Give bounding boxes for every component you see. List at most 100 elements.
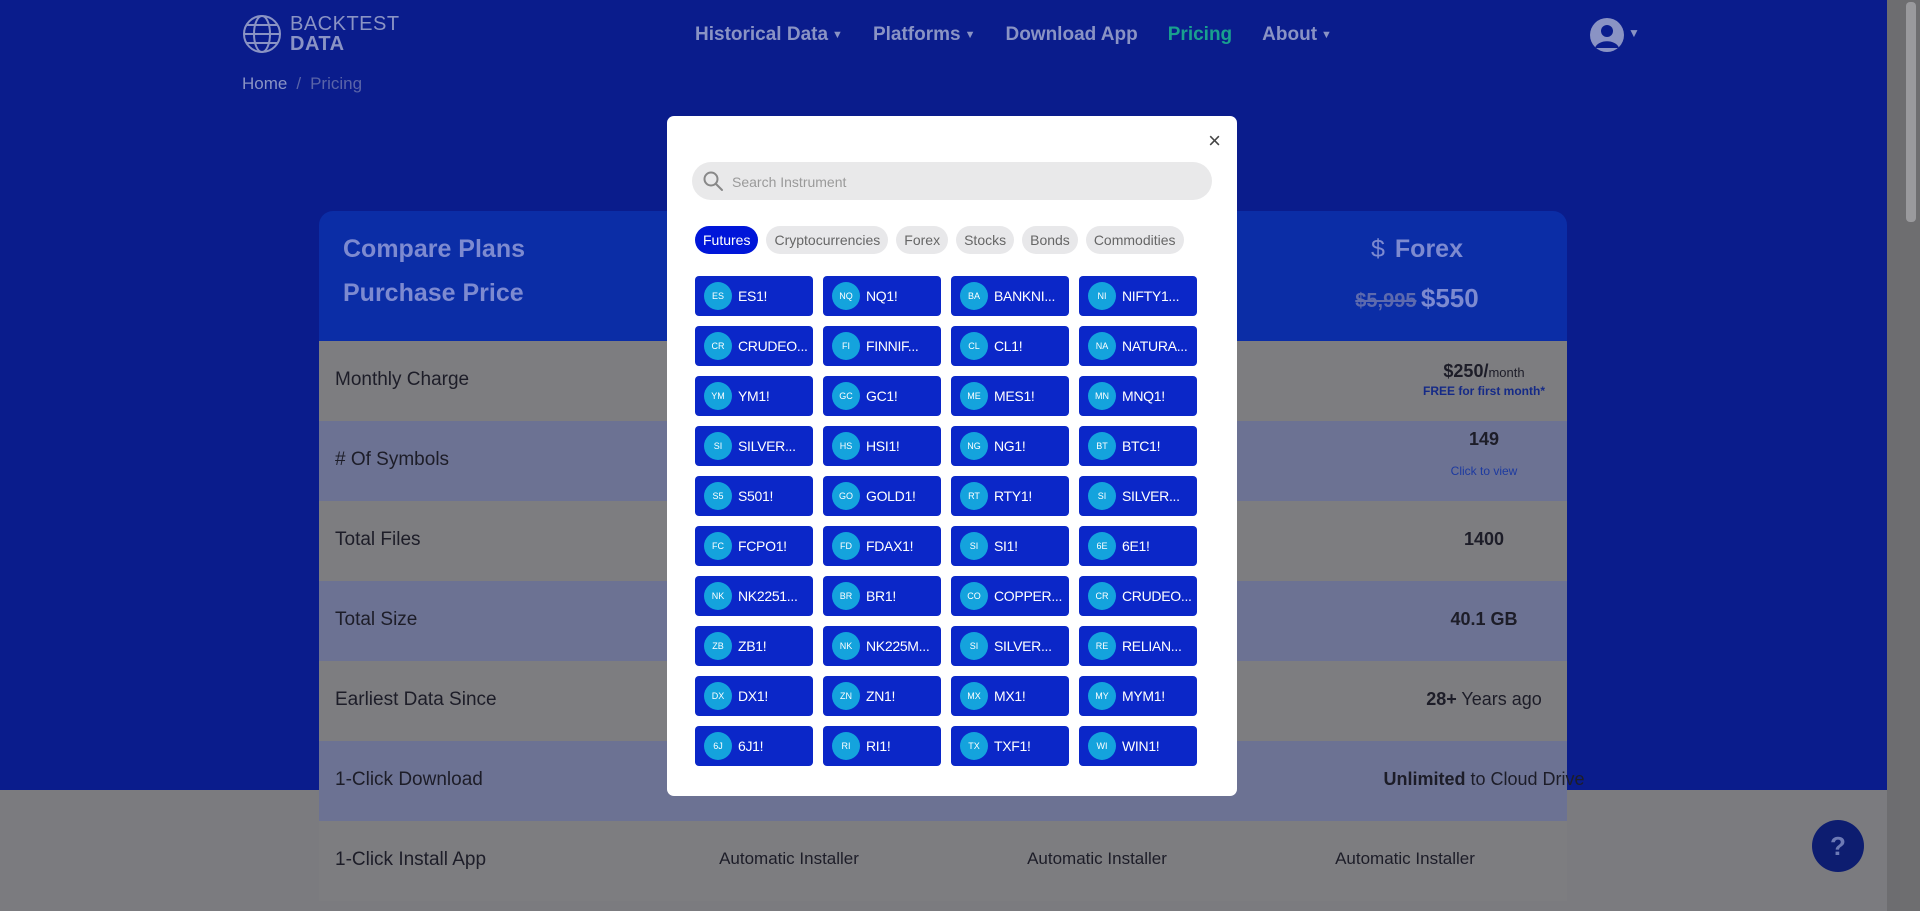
instrument-name: GOLD1! (866, 488, 916, 504)
instrument-button[interactable]: BA BANKNI... (951, 276, 1069, 316)
instrument-name: ZB1! (738, 638, 767, 654)
instrument-button[interactable]: YM YM1! (695, 376, 813, 416)
instrument-button[interactable]: BR BR1! (823, 576, 941, 616)
brand-line1: BACKTEST (290, 13, 400, 35)
instrument-button[interactable]: ME MES1! (951, 376, 1069, 416)
instrument-badge: FI (832, 332, 860, 360)
nav-about[interactable]: About ▼ (1262, 24, 1332, 46)
row-label: Earliest Data Since (335, 689, 497, 710)
breadcrumb-separator: / (296, 74, 302, 93)
instrument-button[interactable]: FI FINNIF... (823, 326, 941, 366)
page-scrollbar[interactable] (1900, 0, 1920, 911)
tab-futures[interactable]: Futures (695, 226, 759, 254)
scrollbar-thumb[interactable] (1906, 2, 1916, 222)
forex-plan-title: $ Forex (1327, 235, 1507, 264)
instrument-button[interactable]: SI SILVER... (1079, 476, 1197, 516)
instrument-button[interactable]: CR CRUDEO... (1079, 576, 1197, 616)
nav-historical-data[interactable]: Historical Data ▼ (695, 24, 843, 46)
nav-download-app[interactable]: Download App (1005, 24, 1137, 46)
tab-stocks[interactable]: Stocks (956, 226, 1015, 254)
row-value: 28+ Years ago (1359, 689, 1609, 710)
breadcrumb-home[interactable]: Home (242, 74, 287, 93)
instrument-button[interactable]: S5 S501! (695, 476, 813, 516)
instrument-button[interactable]: NI NIFTY1... (1079, 276, 1197, 316)
instrument-button[interactable]: SI SILVER... (951, 626, 1069, 666)
nav-platforms[interactable]: Platforms ▼ (873, 24, 976, 46)
instrument-name: HSI1! (866, 438, 900, 454)
tab-bonds[interactable]: Bonds (1022, 226, 1078, 254)
instrument-button[interactable]: FC FCPO1! (695, 526, 813, 566)
instrument-badge: FD (832, 532, 860, 560)
brand-line2: DATA (290, 33, 345, 55)
close-icon[interactable]: × (1208, 128, 1221, 154)
instrument-name: RELIAN... (1122, 638, 1182, 654)
instrument-badge: ZB (704, 632, 732, 660)
instrument-button[interactable]: 6E 6E1! (1079, 526, 1197, 566)
main-nav: Historical Data ▼ Platforms ▼ Download App… (695, 24, 1332, 46)
instrument-button[interactable]: MN MNQ1! (1079, 376, 1197, 416)
instrument-badge: 6J (704, 732, 732, 760)
instrument-button[interactable]: TX TXF1! (951, 726, 1069, 766)
click-to-view-link[interactable]: Click to view (1359, 464, 1609, 478)
caret-down-icon: ▼ (832, 28, 843, 41)
instrument-button[interactable]: CL CL1! (951, 326, 1069, 366)
instrument-button[interactable]: NK NK225M... (823, 626, 941, 666)
row-label: Monthly Charge (335, 369, 470, 390)
instrument-button[interactable]: WI WIN1! (1079, 726, 1197, 766)
instrument-button[interactable]: ES ES1! (695, 276, 813, 316)
row-label: Total Files (335, 529, 421, 550)
instrument-button[interactable]: FD FDAX1! (823, 526, 941, 566)
instrument-name: S501! (738, 488, 774, 504)
instrument-button[interactable]: ZB ZB1! (695, 626, 813, 666)
instrument-button[interactable]: GO GOLD1! (823, 476, 941, 516)
forex-title-text: Forex (1394, 235, 1463, 263)
instrument-button[interactable]: HS HSI1! (823, 426, 941, 466)
brand-text: BACKTEST DATA (290, 14, 400, 54)
symbols-count: 149 (1468, 429, 1500, 449)
instrument-button[interactable]: NQ NQ1! (823, 276, 941, 316)
instrument-button[interactable]: GC GC1! (823, 376, 941, 416)
instrument-button[interactable]: ZN ZN1! (823, 676, 941, 716)
question-icon: ? (1830, 830, 1846, 861)
instrument-button[interactable]: MX MX1! (951, 676, 1069, 716)
help-button[interactable]: ? (1812, 820, 1864, 872)
instrument-button[interactable]: SI SI1! (951, 526, 1069, 566)
instrument-button[interactable]: CO COPPER... (951, 576, 1069, 616)
instrument-button[interactable]: NK NK2251... (695, 576, 813, 616)
instrument-name: 6J1! (738, 738, 764, 754)
tab-cryptocurrencies[interactable]: Cryptocurrencies (766, 226, 889, 254)
instrument-name: CRUDEO... (1122, 588, 1192, 604)
instrument-button[interactable]: RI RI1! (823, 726, 941, 766)
search-icon (703, 171, 723, 191)
instrument-button[interactable]: NA NATURA... (1079, 326, 1197, 366)
nav-pricing[interactable]: Pricing (1168, 24, 1232, 46)
instrument-button[interactable]: 6J 6J1! (695, 726, 813, 766)
instrument-badge: ES (704, 282, 732, 310)
instrument-grid: ES ES1! NQ NQ1! BA BANKNI... NI NIFTY1... CR CRUD… (695, 276, 1197, 766)
tab-commodities[interactable]: Commodities (1085, 226, 1184, 254)
instrument-badge: CR (704, 332, 732, 360)
caret-down-icon[interactable]: ▼ (1628, 26, 1640, 40)
instrument-badge: TX (960, 732, 988, 760)
search-input[interactable] (730, 167, 1194, 197)
instrument-badge: CR (1088, 582, 1116, 610)
instrument-button[interactable]: DX DX1! (695, 676, 813, 716)
tab-forex[interactable]: Forex (896, 226, 949, 254)
instrument-badge: NG (960, 432, 988, 460)
instrument-button[interactable]: BT BTC1! (1079, 426, 1197, 466)
user-avatar-icon[interactable] (1590, 18, 1624, 52)
row-label: Total Size (335, 609, 418, 630)
instrument-button[interactable]: MY MYM1! (1079, 676, 1197, 716)
instrument-button[interactable]: SI SILVER... (695, 426, 813, 466)
instrument-name: COPPER... (994, 588, 1063, 604)
files-count: 1400 (1463, 529, 1505, 549)
instrument-button[interactable]: RT RTY1! (951, 476, 1069, 516)
instrument-button[interactable]: NG NG1! (951, 426, 1069, 466)
instrument-badge: ME (960, 382, 988, 410)
instrument-button[interactable]: RE RELIAN... (1079, 626, 1197, 666)
instrument-button[interactable]: CR CRUDEO... (695, 326, 813, 366)
instrument-badge: GC (832, 382, 860, 410)
brand-logo[interactable]: BACKTEST DATA (242, 14, 400, 54)
instrument-badge: CL (960, 332, 988, 360)
caret-down-icon: ▼ (964, 28, 976, 41)
